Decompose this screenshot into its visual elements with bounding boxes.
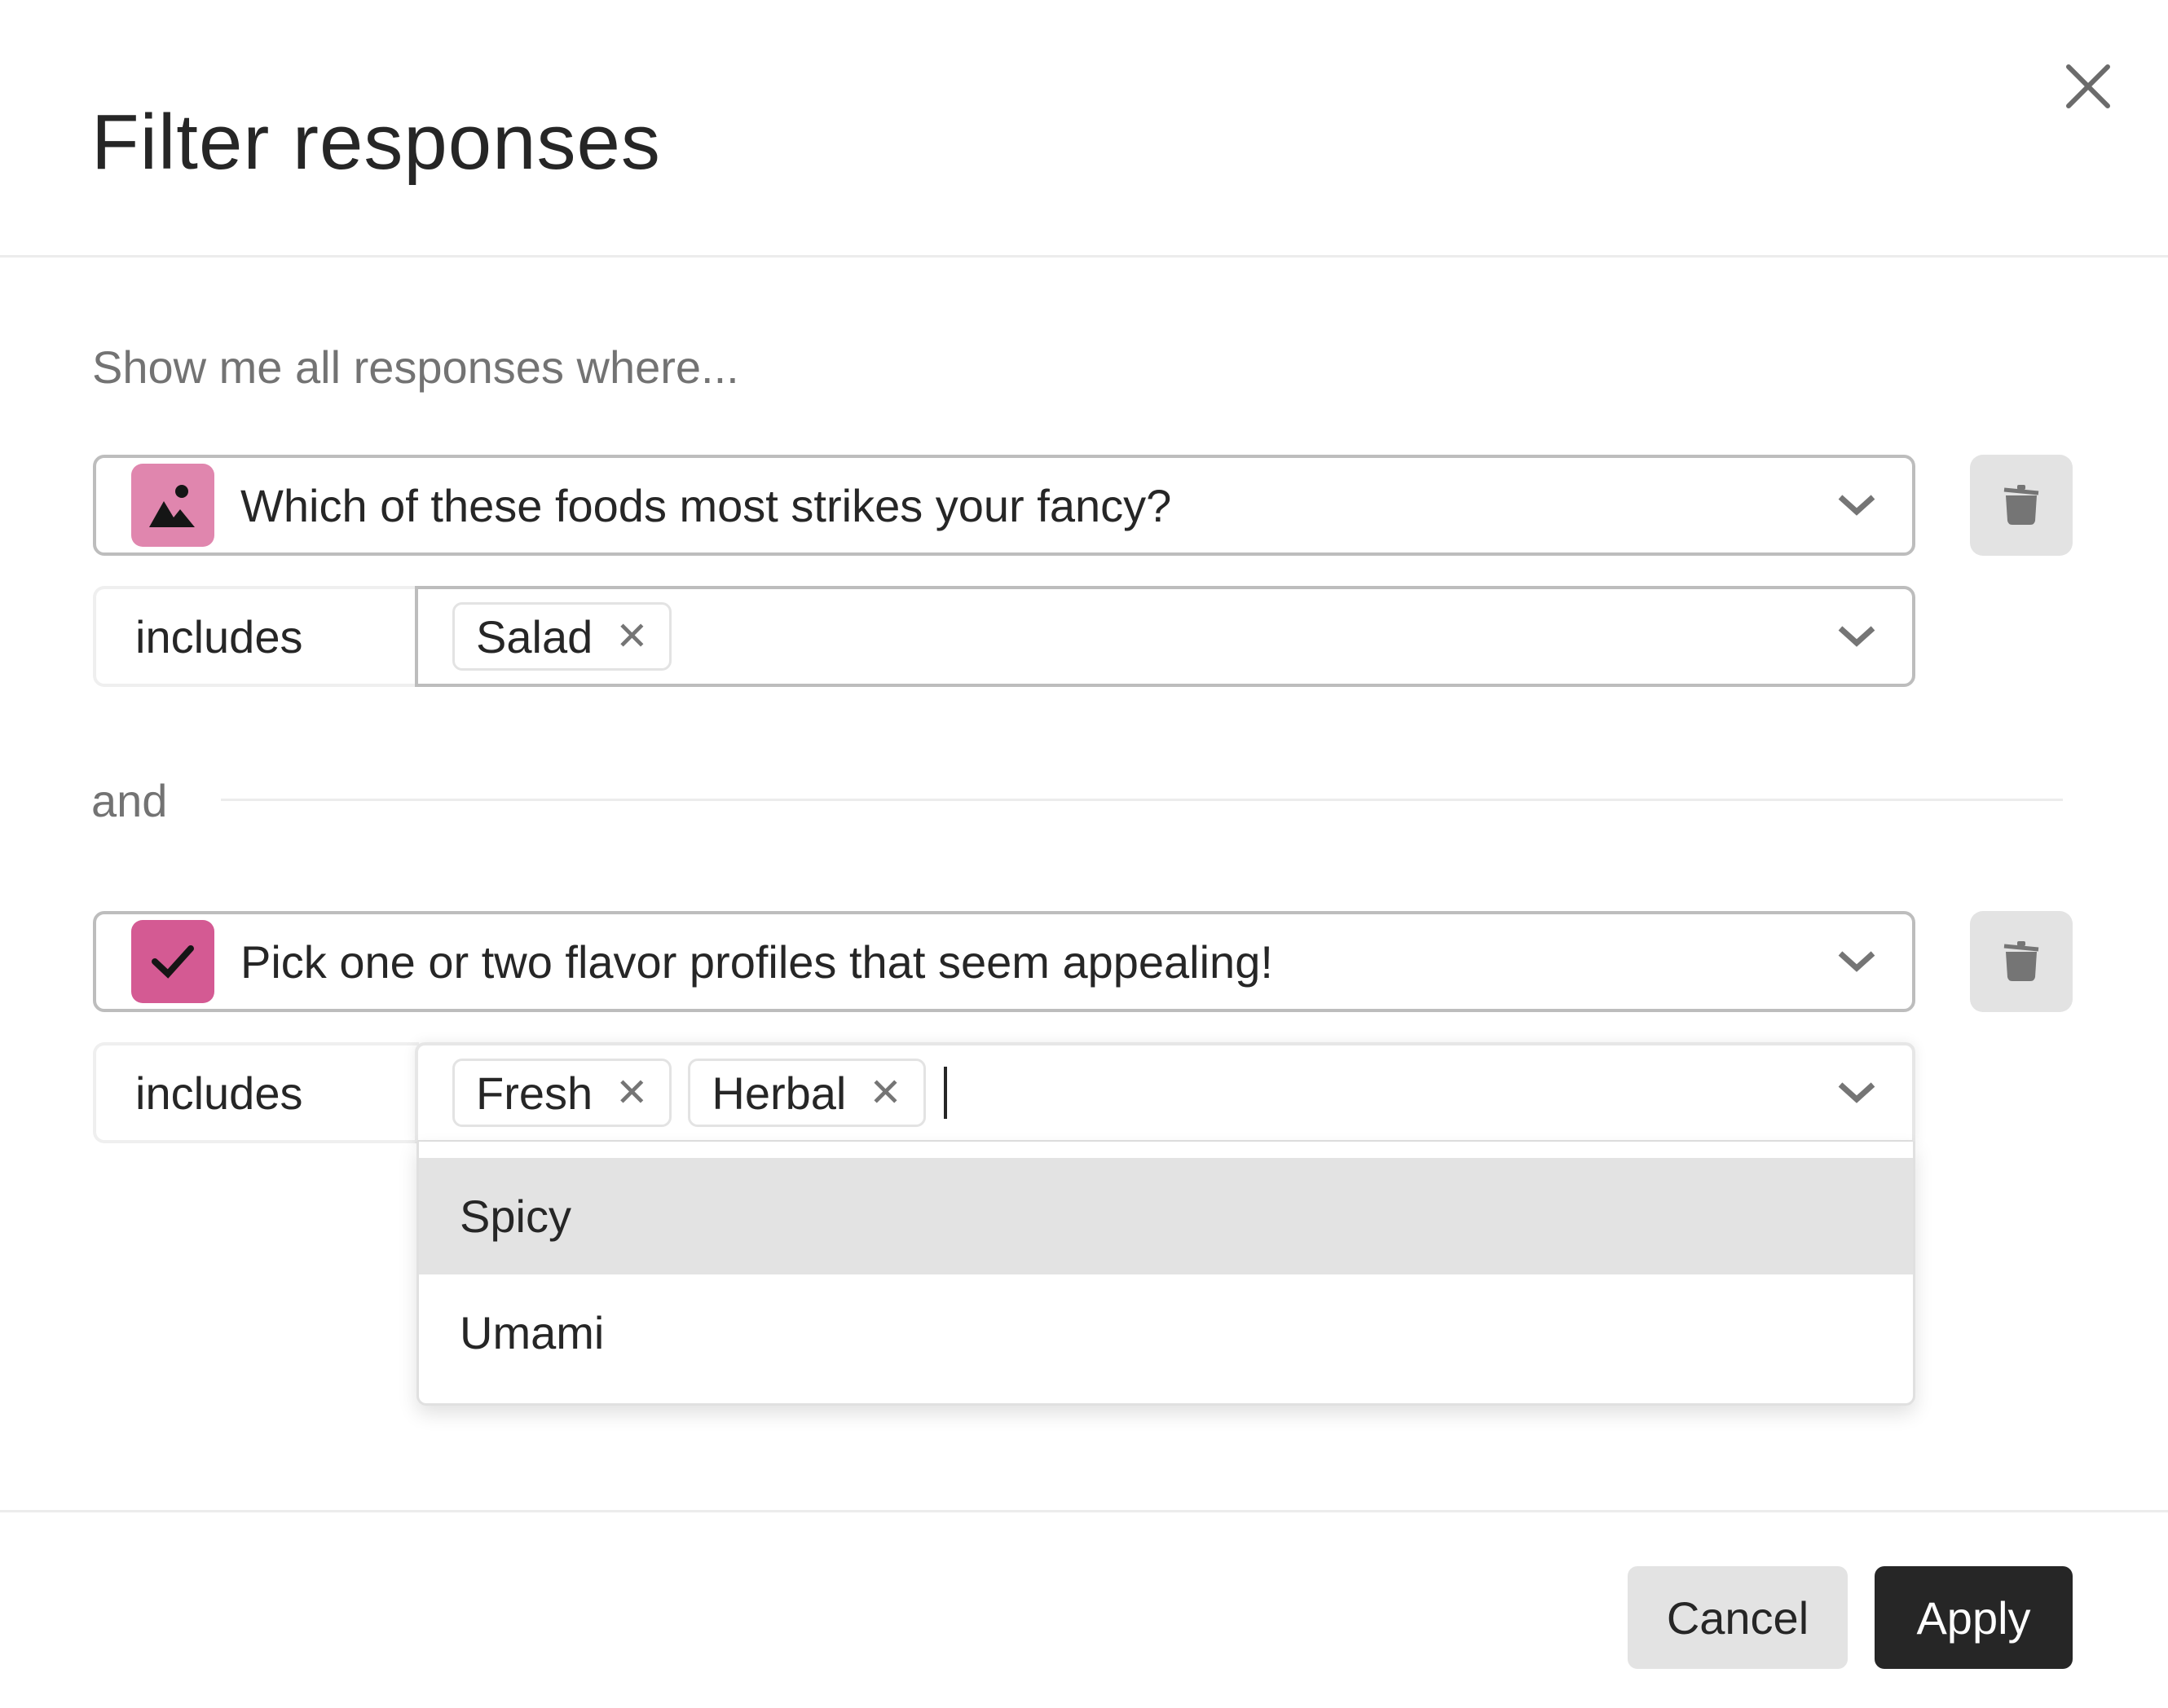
close-icon[interactable] <box>2062 60 2114 112</box>
remove-chip-icon[interactable]: ✕ <box>615 1070 648 1116</box>
question-text: Pick one or two flavor profiles that see… <box>240 935 1273 988</box>
chevron-down-icon[interactable] <box>1837 620 1876 653</box>
remove-chip-icon[interactable]: ✕ <box>615 614 648 659</box>
cancel-button[interactable]: Cancel <box>1628 1566 1848 1669</box>
delete-filter-2-button[interactable] <box>1970 911 2073 1012</box>
chevron-down-icon <box>1838 951 1875 972</box>
chevron-down-icon <box>1838 495 1875 516</box>
value-multiselect-1[interactable]: Salad ✕ <box>415 586 1915 687</box>
trash-icon <box>2003 941 2039 981</box>
option-spicy[interactable]: Spicy <box>419 1158 1913 1274</box>
options-dropdown: Spicy Umami <box>416 1142 1915 1406</box>
question-select-1[interactable]: Which of these foods most strikes your f… <box>93 455 1915 556</box>
dialog-title: Filter responses <box>91 99 661 186</box>
intro-text: Show me all responses where... <box>92 341 739 393</box>
option-umami[interactable]: Umami <box>419 1274 1913 1391</box>
footer-divider <box>0 1510 2168 1512</box>
value-chip: Fresh ✕ <box>452 1059 672 1127</box>
remove-chip-icon[interactable]: ✕ <box>869 1070 901 1116</box>
text-cursor <box>943 1067 947 1119</box>
checkmark-icon <box>131 920 214 1003</box>
apply-button[interactable]: Apply <box>1875 1566 2073 1669</box>
conjunction-divider <box>221 799 2063 801</box>
header-divider <box>0 255 2168 258</box>
delete-filter-1-button[interactable] <box>1970 455 2073 556</box>
chip-label: Salad <box>476 610 593 663</box>
value-multiselect-2[interactable]: Fresh ✕ Herbal ✕ <box>415 1042 1915 1143</box>
chip-label: Fresh <box>476 1067 593 1119</box>
image-icon <box>131 464 214 547</box>
question-text: Which of these foods most strikes your f… <box>240 479 1172 531</box>
chip-label: Herbal <box>712 1067 847 1119</box>
question-select-2[interactable]: Pick one or two flavor profiles that see… <box>93 911 1915 1012</box>
chevron-down-icon[interactable] <box>1837 1076 1876 1109</box>
operator-label-1[interactable]: includes <box>93 586 419 687</box>
trash-icon <box>2003 485 2039 525</box>
value-chip: Salad ✕ <box>452 602 672 671</box>
operator-label-2[interactable]: includes <box>93 1042 419 1143</box>
conjunction-label: and <box>91 775 168 826</box>
value-chip: Herbal ✕ <box>688 1059 926 1127</box>
